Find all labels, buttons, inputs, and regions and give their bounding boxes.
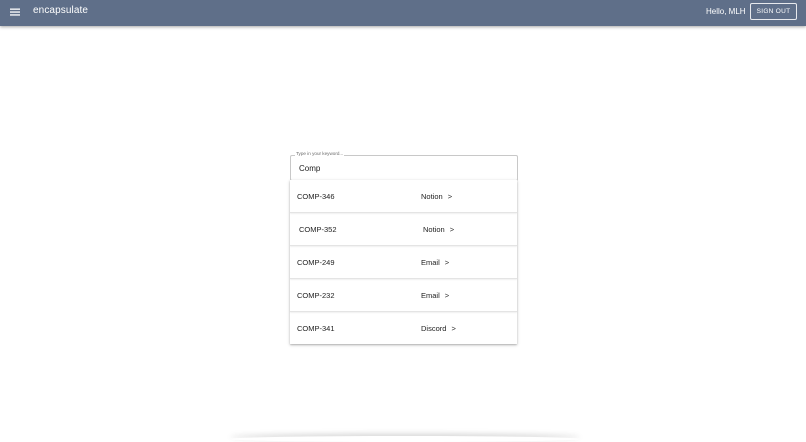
hamburger-menu-icon[interactable] (8, 5, 22, 19)
result-row-comp-232[interactable]: COMP-232 Email > (290, 279, 517, 312)
search-label: Type in your keyword... (295, 151, 345, 156)
sign-out-button[interactable]: SIGN OUT (750, 3, 797, 20)
result-id: COMP-341 (297, 324, 335, 333)
brand-title: encapsulate (33, 5, 89, 16)
chevron-right-icon: > (447, 192, 453, 201)
result-row-comp-346[interactable]: COMP-346 Notion > (290, 180, 517, 213)
chevron-right-icon: > (449, 225, 455, 234)
result-source-label: Notion (423, 225, 445, 234)
user-greeting: Hello, MLH (706, 7, 746, 16)
result-source: Email > (421, 291, 449, 300)
result-id: COMP-232 (297, 291, 335, 300)
result-source-label: Email (421, 291, 440, 300)
result-source-label: Notion (421, 192, 443, 201)
results-list: COMP-346 Notion > COMP-352 Notion > COMP-2… (290, 180, 517, 344)
result-source-label: Email (421, 258, 440, 267)
result-source: Notion > (421, 192, 452, 201)
chevron-right-icon: > (444, 291, 450, 300)
result-id: COMP-352 (299, 225, 337, 234)
result-source: Notion > (423, 225, 454, 234)
result-source: Email > (421, 258, 449, 267)
result-source: Discord > (421, 324, 456, 333)
chevron-right-icon: > (451, 324, 456, 333)
app-bar: encapsulate Hello, MLH SIGN OUT (0, 0, 806, 26)
bottom-panel-edge (230, 436, 580, 442)
result-source-label: Discord (421, 324, 447, 333)
search-input[interactable] (299, 162, 499, 174)
result-row-comp-249[interactable]: COMP-249 Email > (290, 246, 517, 279)
result-row-comp-352[interactable]: COMP-352 Notion > (290, 213, 517, 246)
chevron-right-icon: > (444, 258, 450, 267)
search-field (290, 155, 518, 181)
result-row-comp-341[interactable]: COMP-341 Discord > (290, 312, 517, 344)
result-id: COMP-249 (297, 258, 335, 267)
result-id: COMP-346 (297, 192, 335, 201)
